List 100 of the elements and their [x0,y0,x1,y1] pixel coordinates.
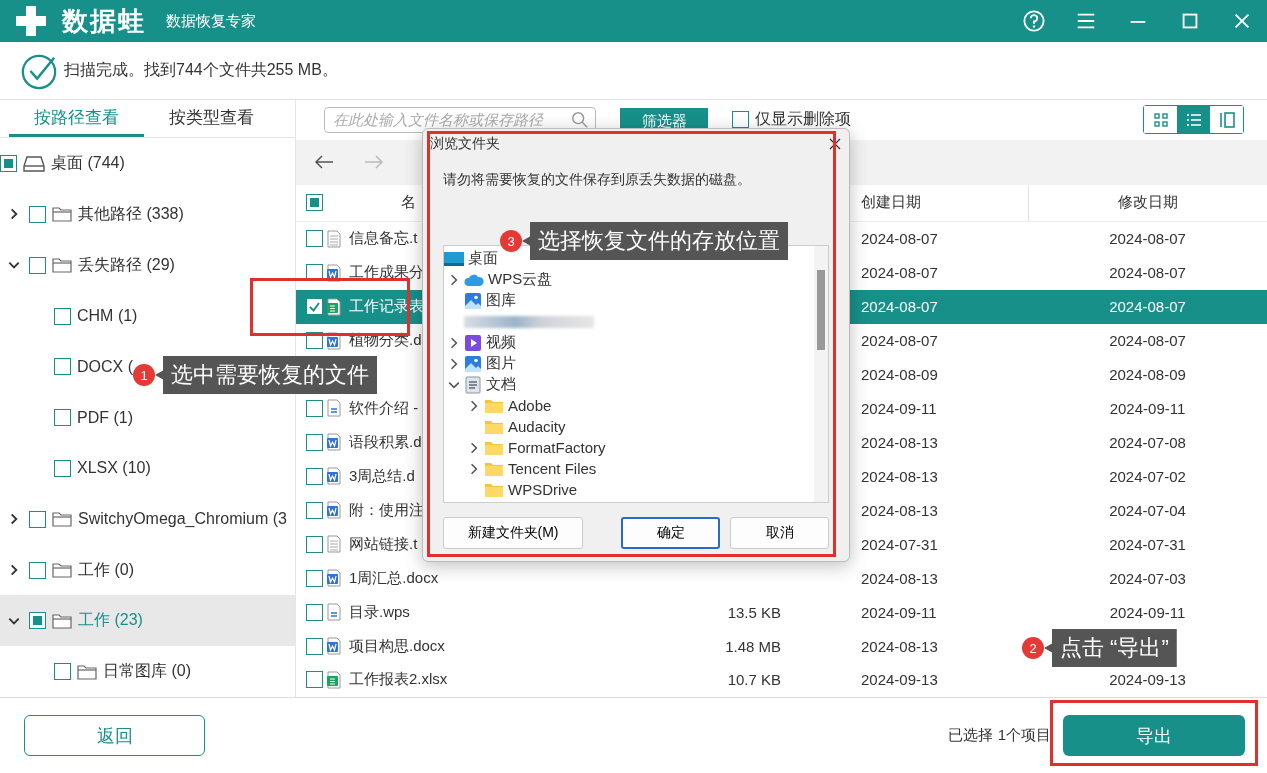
checkbox[interactable] [306,467,323,485]
close-icon[interactable] [829,138,841,150]
tree-item[interactable]: 桌面 (744) [0,138,295,190]
view-tab[interactable]: 按类型查看 [144,100,279,138]
folder-tree-item[interactable]: 图片 [486,354,516,373]
picture-icon [464,291,482,310]
step-badge: 2 [1022,637,1044,659]
folder-tree-item[interactable]: 文档 [486,375,516,394]
folder-icon [484,439,504,456]
checkbox[interactable] [306,569,323,587]
created-date: 2024-08-13 [861,637,938,655]
document-file-icon [326,637,342,655]
folder-tree-item[interactable]: WPS云盘 [488,270,553,289]
tree-item[interactable]: SwitchyOmega_Chromium (3 [0,493,295,545]
column-header[interactable]: 修改日期 [1118,193,1178,213]
back-arrow-icon[interactable] [314,155,334,170]
document-file-icon [326,569,342,588]
checkbox[interactable] [306,603,323,621]
modified-date: 2024-08-07 [1109,264,1186,282]
checkbox[interactable] [54,663,71,681]
file-name: 目录.wps [349,602,410,622]
created-date: 2024-08-13 [861,467,938,485]
export-button[interactable]: 导出 [1063,715,1245,756]
checkbox[interactable] [54,409,71,427]
checkbox[interactable] [732,111,749,129]
view-mode-toggle[interactable] [1177,106,1210,134]
tree-item[interactable]: 其他路径 (338) [0,189,295,240]
created-date: 2024-08-13 [861,569,938,587]
help-icon[interactable] [1023,10,1045,32]
checkbox[interactable] [306,671,323,689]
checkbox[interactable] [306,637,323,655]
checkbox[interactable] [54,307,71,325]
checkbox[interactable] [306,399,323,417]
modified-date: 2024-09-11 [1109,399,1186,417]
tree-item[interactable]: CHM (1) [0,290,295,342]
checkbox[interactable] [29,510,46,528]
folder-tree-item[interactable]: 视频 [486,333,516,352]
search-icon [571,110,589,129]
checkbox[interactable] [29,561,46,579]
chevron-right-icon[interactable] [448,273,460,286]
dialog-button[interactable]: 确定 [621,517,720,549]
document-file-icon [326,467,342,486]
chevron-right-icon[interactable] [468,399,480,412]
dialog-title: 浏览文件夹 [430,135,501,153]
back-button[interactable]: 返回 [24,715,205,756]
columns-view-icon [1217,110,1236,129]
folder-tree-item[interactable]: FormatFactory [508,439,606,456]
chevron-right-icon[interactable] [448,357,460,370]
checkbox[interactable] [306,230,323,248]
checkbox[interactable] [54,358,71,376]
dialog-button[interactable]: 取消 [730,517,829,549]
spreadsheet-file-icon [326,297,342,316]
scrollbar[interactable] [814,246,828,502]
tree-item[interactable]: PDF (1) [0,392,295,443]
folder-tree-item[interactable]: Audacity [508,418,566,435]
chevron-right-icon[interactable] [468,462,480,475]
checkbox[interactable] [29,256,46,274]
dialog-button[interactable]: 新建文件夹(M) [443,517,583,549]
checkbox[interactable] [54,459,71,477]
folder-icon [52,562,72,578]
picture-icon [464,354,482,373]
checkbox-label[interactable]: 仅显示删除项 [755,109,851,131]
checkbox[interactable] [29,205,46,223]
checkbox[interactable] [0,155,17,173]
file-name: 1周汇总.docx [349,568,439,588]
file-size: 1.48 MB [725,637,781,655]
folder-tree-item[interactable]: 图库 [486,291,516,310]
folder-icon [52,511,72,528]
folder-tree-item[interactable]: WPSDrive [508,481,578,498]
app-subtitle: 数据恢复专家 [166,11,256,31]
tree-item[interactable]: 工作 (0) [0,544,295,596]
file-name: 3周总结.d [349,466,415,486]
folder-icon [52,612,72,629]
column-header[interactable]: 名 [349,193,416,213]
folder-tree-item[interactable]: 桌面 [468,249,498,268]
modified-date: 2024-08-07 [1109,230,1186,248]
folder-tree-item[interactable]: Adobe [508,397,552,414]
checkbox[interactable] [306,433,323,451]
chevron-right-icon[interactable] [468,441,480,454]
tree-item[interactable]: 丢失路径 (29) [0,239,295,291]
folder-icon [52,257,72,274]
file-size: 10.7 KB [727,671,781,689]
checkbox[interactable] [306,535,323,553]
checkbox[interactable] [306,194,323,212]
checkbox[interactable] [29,612,46,630]
document-file-icon [326,433,342,452]
chevron-right-icon[interactable] [448,336,460,349]
document-file-icon [326,501,342,520]
document-icon [464,375,482,394]
folder-tree-item[interactable]: Tencent Files [508,460,597,477]
column-header[interactable]: 创建日期 [861,193,1028,213]
search-field[interactable]: 在此处输入文件名称或保存路径 [324,106,596,133]
folder-icon [484,418,504,435]
view-tab[interactable]: 按路径查看 [9,100,144,138]
created-date: 2024-08-07 [861,264,938,282]
checkbox[interactable] [306,298,323,316]
created-date: 2024-08-07 [861,230,938,248]
checkbox[interactable] [306,501,323,519]
tree-item[interactable]: XLSX (10) [0,443,295,494]
tree-item[interactable]: 日常图库 (0) [0,646,295,697]
